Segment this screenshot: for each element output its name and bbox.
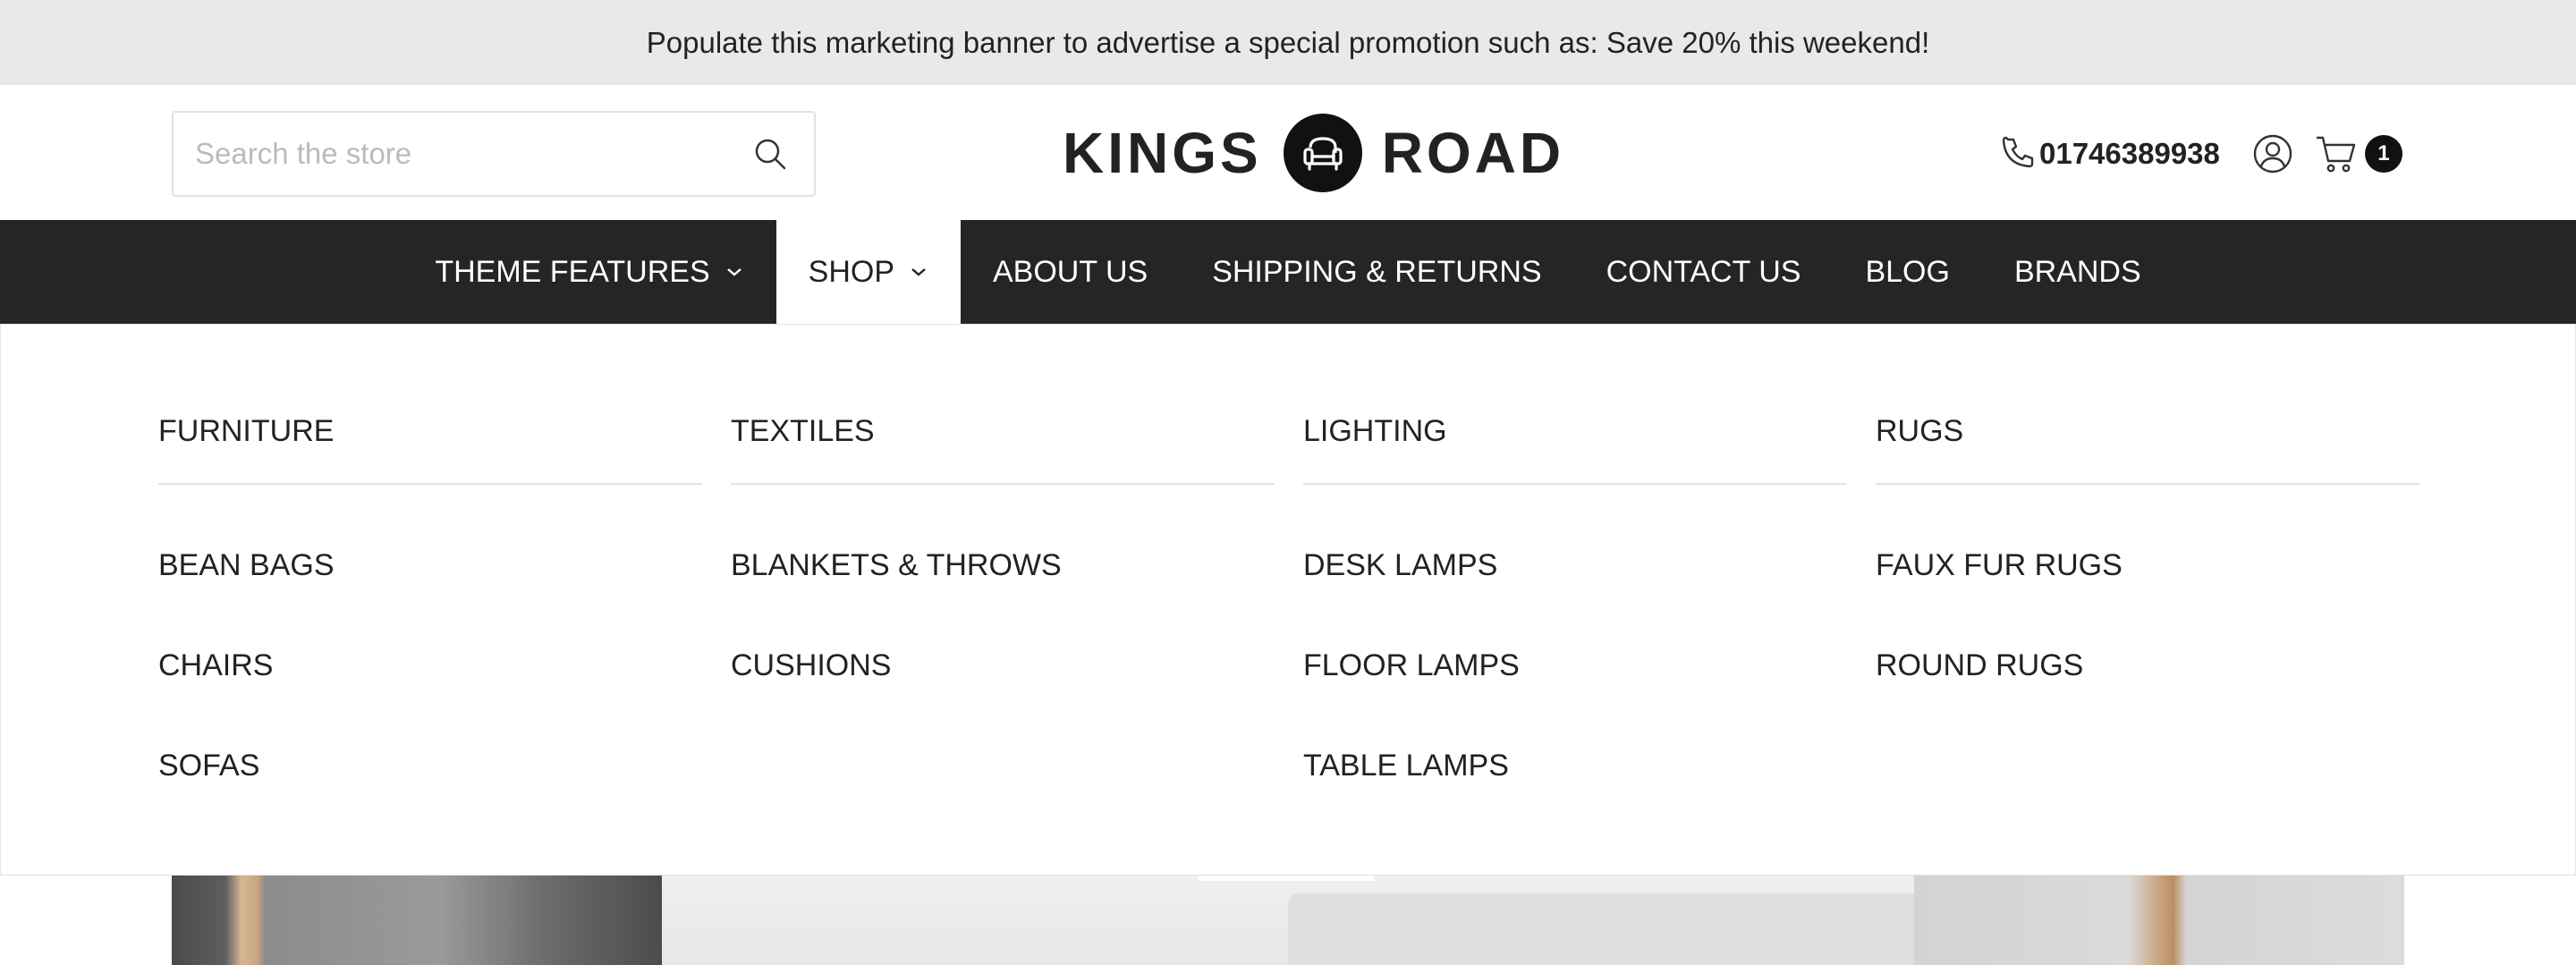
nav-item-shipping-returns[interactable]: SHIPPING & RETURNS [1180, 220, 1573, 324]
search-icon[interactable] [753, 137, 787, 171]
search-input[interactable] [195, 113, 714, 195]
logo-text-right: ROAD [1381, 121, 1565, 185]
megamenu-link[interactable]: CUSHIONS [731, 648, 891, 683]
cart-icon[interactable] [2315, 133, 2358, 174]
armchair-icon [1283, 114, 1362, 192]
phone-number[interactable]: 01746389938 [2039, 137, 2220, 171]
divider [1876, 483, 2419, 485]
promo-banner: Populate this marketing banner to advert… [0, 0, 2576, 85]
store-logo[interactable]: KINGS ROAD [1063, 112, 1564, 194]
hero-image-sofa [662, 876, 2404, 965]
chevron-down-icon [726, 268, 741, 276]
divider [158, 483, 702, 485]
megamenu-link[interactable]: BLANKETS & THROWS [731, 548, 1062, 583]
search-form [172, 111, 816, 197]
nav-item-about-us[interactable]: ABOUT US [961, 220, 1180, 324]
megamenu-link[interactable]: TABLE LAMPS [1303, 749, 1509, 783]
megamenu-link[interactable]: BEAN BAGS [158, 548, 335, 583]
account-icon[interactable] [2252, 133, 2293, 174]
megamenu-link[interactable]: ROUND RUGS [1876, 648, 2083, 683]
megamenu-link[interactable]: SOFAS [158, 749, 259, 783]
promo-text: Populate this marketing banner to advert… [646, 25, 1930, 59]
hero-image-chair [172, 876, 662, 965]
megamenu-link[interactable]: FLOOR LAMPS [1303, 648, 1520, 683]
nav-item-blog[interactable]: BLOG [1833, 220, 1981, 324]
shop-megamenu: FURNITURE BEAN BAGS CHAIRS SOFAS TEXTILE… [0, 324, 2576, 876]
megamenu-link[interactable]: DESK LAMPS [1303, 548, 1497, 583]
phone-icon[interactable] [2000, 136, 2036, 172]
megamenu-heading[interactable]: FURNITURE [158, 414, 334, 449]
logo-text-left: KINGS [1063, 121, 1262, 185]
nav-item-label: BLOG [1865, 254, 1950, 289]
cart-count-badge[interactable]: 1 [2364, 135, 2402, 173]
hero-image[interactable] [172, 876, 2404, 965]
hero-image-room [1914, 876, 2404, 965]
nav-item-label: CONTACT US [1606, 254, 1801, 289]
main-navigation: THEME FEATURES SHOP ABOUT US SHIPPING & … [0, 220, 2576, 324]
nav-item-label: SHOP [808, 254, 894, 289]
megamenu-heading[interactable]: RUGS [1876, 414, 1963, 449]
nav-item-brands[interactable]: BRANDS [1982, 220, 2174, 324]
hero-indicator [1199, 876, 1374, 881]
nav-item-label: ABOUT US [993, 254, 1148, 289]
nav-item-label: BRANDS [2013, 254, 2141, 289]
nav-item-contact-us[interactable]: CONTACT US [1574, 220, 1834, 324]
chevron-down-icon [911, 268, 926, 276]
megamenu-heading[interactable]: TEXTILES [731, 414, 875, 449]
header-utilities: 01746389938 1 [2000, 131, 2402, 176]
megamenu-link[interactable]: CHAIRS [158, 648, 273, 683]
divider [731, 483, 1275, 485]
divider [1303, 483, 1847, 485]
megamenu-heading[interactable]: LIGHTING [1303, 414, 1447, 449]
nav-item-theme-features[interactable]: THEME FEATURES [402, 220, 775, 324]
site-header: KINGS ROAD 01746389938 1 [0, 85, 2576, 220]
nav-item-label: THEME FEATURES [435, 254, 710, 289]
megamenu-link[interactable]: FAUX FUR RUGS [1876, 548, 2123, 583]
nav-item-shop[interactable]: SHOP [775, 220, 961, 324]
nav-item-label: SHIPPING & RETURNS [1212, 254, 1542, 289]
